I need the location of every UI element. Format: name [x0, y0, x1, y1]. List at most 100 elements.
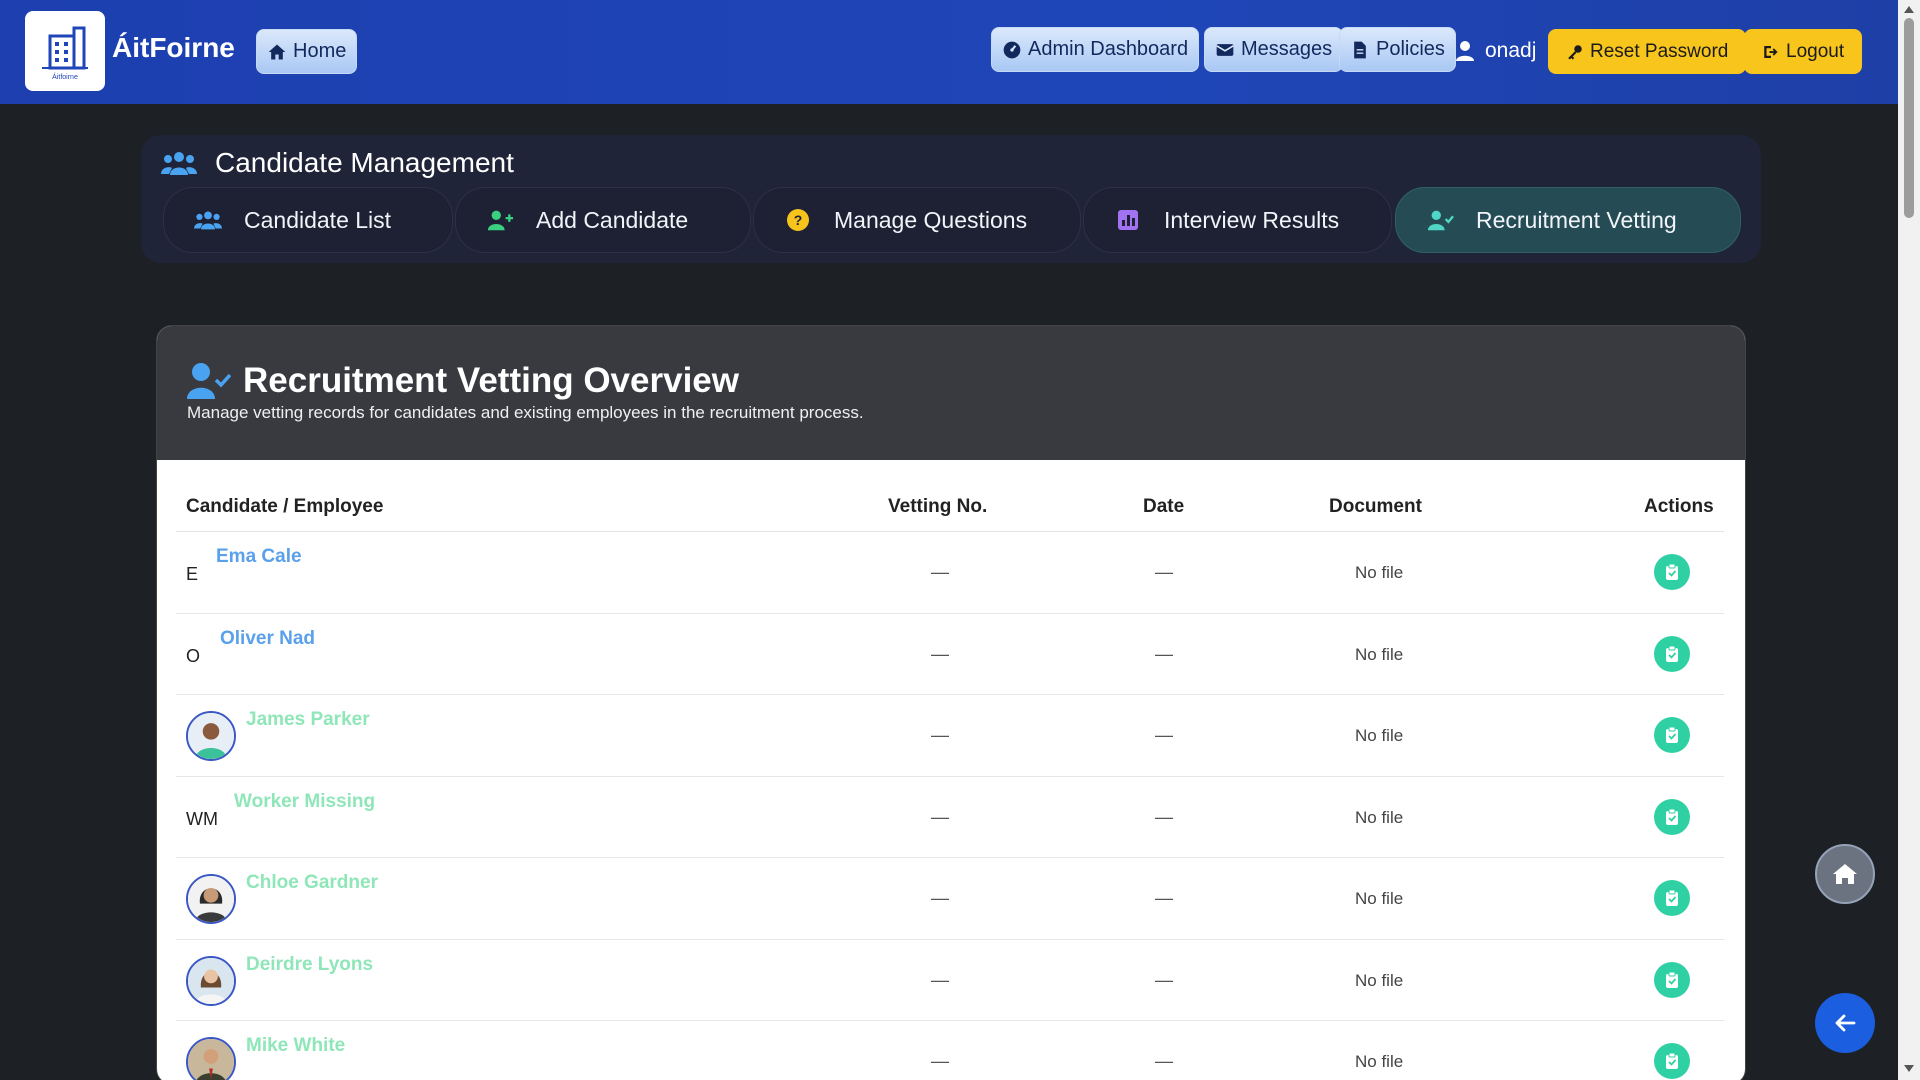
column-date: Date — [1143, 496, 1185, 517]
vetting-date: — — [1155, 1051, 1173, 1071]
tab-label: Add Candidate — [536, 206, 689, 233]
brand-logo[interactable]: Áitfoirne — [25, 11, 105, 91]
user-icon — [1456, 41, 1474, 61]
clipboard-check-icon — [1666, 645, 1678, 662]
building-icon — [42, 26, 88, 69]
column-vetting-no: Vetting No. — [888, 496, 988, 517]
username: onadj — [1485, 39, 1537, 62]
candidate-name-link[interactable]: Oliver Nad — [220, 628, 315, 650]
vetting-date: — — [1155, 562, 1173, 582]
candidate-name-link[interactable]: Worker Missing — [234, 791, 375, 813]
tab-candidate-list[interactable]: Candidate List — [163, 187, 453, 253]
vetting-action-button[interactable] — [1654, 635, 1690, 672]
person-photo-icon — [188, 957, 234, 1004]
table-row: Deirdre Lyons — — No file — [176, 940, 1724, 1021]
candidate-name-link[interactable]: Chloe Gardner — [246, 872, 378, 894]
question-circle-icon: ? — [787, 209, 809, 231]
avatar — [186, 874, 236, 924]
home-button[interactable]: Home — [256, 29, 358, 74]
logout-button[interactable]: Logout — [1744, 29, 1863, 74]
brand-name[interactable]: ÁitFoirne — [112, 32, 235, 64]
vetting-date: — — [1155, 888, 1173, 908]
table-header: Candidate / Employee Vetting No. Date Do… — [176, 480, 1724, 532]
card-header: Recruitment Vetting Overview Manage vett… — [157, 326, 1745, 460]
key-icon — [1568, 44, 1582, 59]
table-row: E Ema Cale — — No file — [176, 532, 1724, 614]
home-icon — [268, 44, 286, 59]
user-menu[interactable]: onadj — [1455, 39, 1536, 63]
logout-label: Logout — [1786, 40, 1845, 62]
candidate-management-heading: Candidate Management — [161, 147, 514, 179]
scroll-down-arrow[interactable] — [1904, 1065, 1914, 1072]
users-icon — [194, 211, 222, 230]
messages-button[interactable]: Messages — [1204, 27, 1344, 72]
document-status: No file — [1355, 970, 1404, 990]
clipboard-check-icon — [1666, 808, 1678, 825]
vetting-date: — — [1155, 643, 1173, 664]
envelope-icon — [1216, 43, 1234, 56]
vetting-date: — — [1155, 806, 1173, 827]
clipboard-check-icon — [1666, 889, 1678, 906]
candidate-name-link[interactable]: Ema Cale — [216, 546, 302, 568]
column-candidate: Candidate / Employee — [186, 496, 384, 517]
scroll-thumb[interactable] — [1904, 18, 1914, 218]
vetting-table: Candidate / Employee Vetting No. Date Do… — [176, 480, 1724, 1080]
vetting-number: — — [931, 643, 949, 664]
avatar — [186, 711, 236, 761]
vetting-number: — — [931, 969, 949, 990]
vetting-action-button[interactable] — [1654, 1043, 1690, 1079]
home-icon — [1833, 864, 1857, 884]
admin-dashboard-button[interactable]: Admin Dashboard — [991, 27, 1200, 72]
vetting-number: — — [931, 806, 949, 827]
avatar-initials: WM — [186, 808, 218, 829]
tab-label: Interview Results — [1164, 206, 1340, 233]
user-plus-icon — [487, 210, 514, 231]
document-status: No file — [1355, 644, 1404, 664]
vetting-action-button[interactable] — [1654, 798, 1690, 835]
floating-back-button[interactable] — [1815, 993, 1875, 1053]
person-photo-icon — [188, 876, 234, 922]
candidate-management-title: Candidate Management — [215, 147, 514, 178]
avatar-initials: E — [186, 564, 199, 584]
vetting-action-button[interactable] — [1654, 554, 1690, 590]
policies-button[interactable]: Policies — [1339, 27, 1456, 72]
vetting-action-button[interactable] — [1654, 717, 1690, 753]
tab-manage-questions[interactable]: ? Manage Questions — [753, 187, 1081, 253]
chart-square-icon — [1118, 210, 1138, 230]
gauge-icon — [1003, 41, 1021, 58]
scroll-up-arrow[interactable] — [1904, 6, 1914, 13]
document-icon — [1354, 41, 1366, 58]
vetting-number: — — [931, 888, 949, 908]
user-check-icon — [187, 363, 231, 399]
overview-subtitle: Manage vetting records for candidates an… — [187, 403, 864, 422]
table-row: Chloe Gardner — — No file — [176, 858, 1724, 940]
admin-dashboard-label: Admin Dashboard — [1028, 38, 1189, 60]
reset-password-button[interactable]: Reset Password — [1548, 29, 1747, 74]
reset-password-label: Reset Password — [1590, 40, 1729, 62]
candidate-name-link[interactable]: Mike White — [246, 1035, 345, 1057]
vetting-action-button[interactable] — [1654, 961, 1690, 998]
tab-recruitment-vetting[interactable]: Recruitment Vetting — [1395, 187, 1741, 253]
document-status: No file — [1355, 563, 1404, 582]
avatar — [186, 955, 236, 1006]
clipboard-check-icon — [1666, 726, 1678, 743]
document-status: No file — [1355, 889, 1404, 908]
overview-title: Recruitment Vetting Overview — [243, 361, 739, 400]
vetting-date: — — [1155, 969, 1173, 990]
clipboard-check-icon — [1666, 563, 1678, 580]
floating-home-button[interactable] — [1815, 844, 1875, 904]
vetting-number: — — [931, 1051, 949, 1071]
vetting-action-button[interactable] — [1654, 880, 1690, 916]
document-status: No file — [1355, 807, 1404, 827]
document-status: No file — [1355, 726, 1404, 745]
candidate-name-link[interactable]: Deirdre Lyons — [246, 954, 373, 976]
candidate-name-link[interactable]: James Parker — [246, 709, 370, 731]
arrow-left-icon — [1835, 1014, 1856, 1032]
tab-label: Manage Questions — [834, 206, 1028, 233]
tab-interview-results[interactable]: Interview Results — [1083, 187, 1392, 253]
document-status: No file — [1355, 1052, 1404, 1071]
page-scrollbar[interactable] — [1898, 0, 1920, 1080]
column-document: Document — [1329, 496, 1422, 517]
tab-add-candidate[interactable]: Add Candidate — [455, 187, 751, 253]
messages-label: Messages — [1241, 38, 1333, 60]
